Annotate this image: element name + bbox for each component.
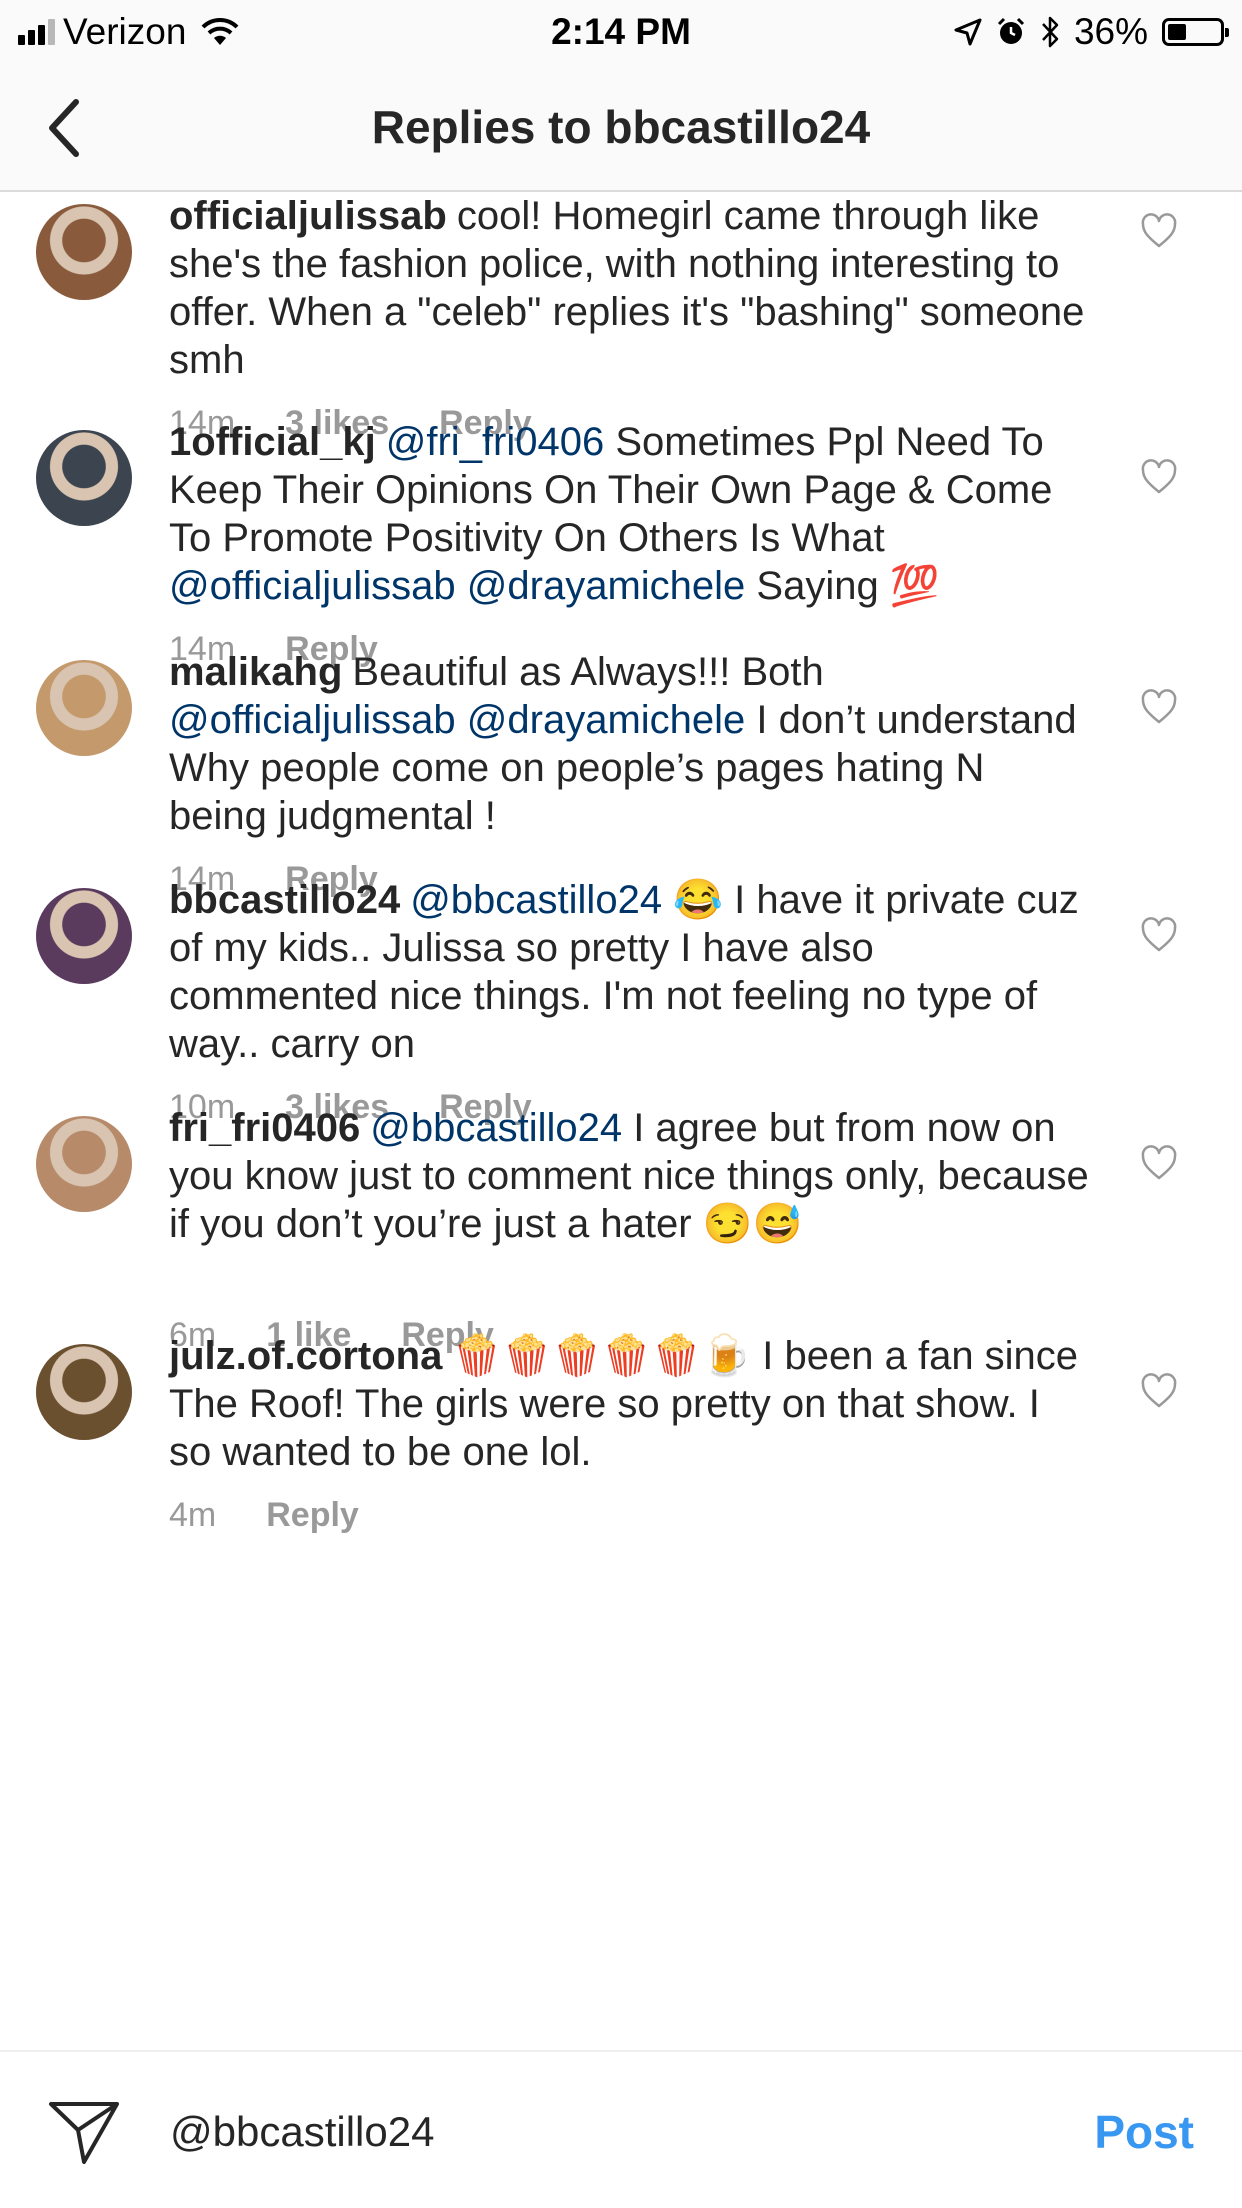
heart-icon[interactable] [1140,458,1178,496]
battery-percent: 36% [1073,11,1148,52]
avatar[interactable] [36,888,132,984]
comment-username[interactable]: officialjulissab [169,194,447,238]
heart-icon[interactable] [1140,212,1178,250]
mention-link[interactable]: @fri_fri0406 [386,420,604,464]
comment-text: 1official_kj @fri_fri0406 Sometimes Ppl N… [169,418,1089,610]
heart-icon[interactable] [1140,1372,1178,1410]
alarm-icon [997,17,1024,44]
reply-button[interactable]: Reply [266,1496,359,1535]
comment-username[interactable]: bbcastillo24 [169,878,400,922]
avatar[interactable] [36,1344,132,1440]
avatar[interactable] [36,660,132,756]
paper-plane-icon[interactable] [48,2100,120,2166]
comment-meta: 4m Reply [169,1496,359,1535]
comment-username[interactable]: julz.of.cortona [169,1334,442,1378]
comment-item: 1official_kj @fri_fri0406 Sometimes Ppl N… [0,378,1242,668]
bluetooth-icon [1042,16,1059,48]
comment-item: officialjulissab cool! Homegirl came thro… [0,192,1242,442]
comment-text: officialjulissab cool! Homegirl came thro… [169,192,1089,384]
heart-icon[interactable] [1140,916,1178,954]
nav-bar: Replies to bbcastillo24 [0,64,1242,192]
battery-icon [1162,18,1229,46]
avatar[interactable] [36,430,132,526]
comment-list[interactable]: officialjulissab cool! Homegirl came thro… [0,192,1242,2050]
comment-text: malikahg Beautiful as Always!!! Both @off… [169,648,1089,840]
comment-username[interactable]: malikahg [169,650,342,694]
post-button[interactable]: Post [1094,2092,1194,2172]
mention-link[interactable]: @officialjulissab [169,564,456,608]
mention-link[interactable]: @drayamichele [467,698,746,742]
comment-body [456,698,467,742]
comment-body: Beautiful as Always!!! Both [352,650,824,694]
comment-text: bbcastillo24 @bbcastillo24 😂 I have it pr… [169,876,1089,1068]
comment-item: julz.of.cortona 🍿🍿🍿🍿🍿🍺 I been a fan since… [0,1292,1242,1534]
comment-item: malikahg Beautiful as Always!!! Both @off… [0,608,1242,898]
comment-text: fri_fri0406 @bbcastillo24 I agree but fro… [169,1104,1089,1248]
comment-composer: Post [0,2050,1242,2208]
comment-body [456,564,467,608]
avatar[interactable] [36,1116,132,1212]
avatar[interactable] [36,204,132,300]
mention-link[interactable]: @bbcastillo24 [410,878,662,922]
comment-username[interactable]: 1official_kj [169,420,376,464]
comment-item: bbcastillo24 @bbcastillo24 😂 I have it pr… [0,836,1242,1126]
comment-body: Saying 💯 [745,564,940,608]
location-icon [954,18,982,46]
heart-icon[interactable] [1140,688,1178,726]
comment-time: 4m [169,1496,217,1534]
mention-link[interactable]: @officialjulissab [169,698,456,742]
status-right: 36% [954,8,1229,56]
battery-level [1168,24,1186,40]
comment-text: julz.of.cortona 🍿🍿🍿🍿🍿🍺 I been a fan since… [169,1332,1089,1476]
mention-link[interactable]: @drayamichele [467,564,746,608]
comment-input[interactable] [170,2092,1020,2172]
status-bar: Verizon 2:14 PM 36% [0,0,1242,64]
page-title: Replies to bbcastillo24 [371,101,871,153]
comment-item: fri_fri0406 @bbcastillo24 I agree but fro… [0,1064,1242,1354]
comment-username[interactable]: fri_fri0406 [169,1106,360,1150]
mention-link[interactable]: @bbcastillo24 [370,1106,622,1150]
heart-icon[interactable] [1140,1144,1178,1182]
